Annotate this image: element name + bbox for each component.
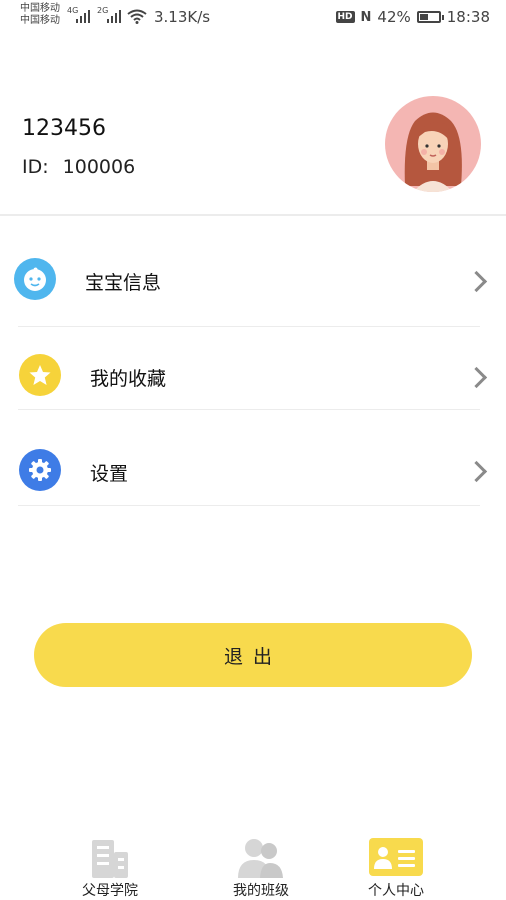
chevron-right-icon bbox=[465, 366, 488, 389]
carrier-1: 中国移动 bbox=[20, 3, 60, 14]
menu-divider bbox=[18, 505, 480, 506]
wifi-icon bbox=[127, 9, 147, 24]
tab-label: 父母学院 bbox=[82, 883, 138, 899]
menu-divider bbox=[18, 409, 480, 410]
username: 123456 bbox=[22, 116, 106, 141]
id-value: 100006 bbox=[62, 156, 136, 178]
class-group-icon bbox=[238, 839, 283, 878]
tab-label: 个人中心 bbox=[368, 883, 424, 899]
menu-item-favorites[interactable]: 我的收藏 bbox=[0, 328, 506, 422]
battery-percent: 42% bbox=[377, 8, 411, 26]
status-bar: 中国移动 中国移动 4G 2G 3.13K/s HD N 42% 18:38 bbox=[0, 0, 506, 36]
tab-label: 我的班级 bbox=[233, 883, 289, 899]
building-icon bbox=[92, 840, 128, 878]
carrier-2: 中国移动 bbox=[20, 15, 60, 26]
hd-icon: HD bbox=[335, 11, 355, 23]
network-speed: 3.13K/s bbox=[154, 8, 211, 26]
signal-icon bbox=[76, 9, 92, 23]
star-icon bbox=[19, 354, 61, 396]
baby-face-icon bbox=[14, 258, 56, 300]
menu-label-favorites: 我的收藏 bbox=[90, 368, 167, 390]
avatar[interactable] bbox=[385, 96, 481, 192]
chevron-right-icon bbox=[465, 270, 488, 293]
tab-personal-center[interactable]: 个人中心 bbox=[341, 834, 451, 900]
menu-label-settings: 设置 bbox=[90, 463, 129, 485]
header-divider bbox=[0, 214, 506, 216]
nfc-icon: N bbox=[360, 9, 372, 25]
gear-icon bbox=[19, 449, 61, 491]
logout-label: 退出 bbox=[223, 645, 282, 668]
menu-item-settings[interactable]: 设置 bbox=[0, 422, 506, 516]
clock: 18:38 bbox=[446, 8, 490, 26]
id-label: ID: bbox=[22, 156, 49, 178]
battery-icon bbox=[416, 11, 444, 23]
carrier-labels: 中国移动 中国移动 bbox=[20, 3, 60, 27]
chevron-right-icon bbox=[465, 460, 488, 483]
tab-my-class[interactable]: 我的班级 bbox=[206, 834, 316, 900]
menu-item-baby-info[interactable]: 宝宝信息 bbox=[0, 232, 506, 326]
id-card-icon bbox=[369, 838, 423, 876]
menu-divider bbox=[18, 326, 480, 327]
tab-parents-academy[interactable]: 父母学院 bbox=[55, 834, 165, 900]
woman-avatar-icon bbox=[404, 112, 462, 192]
signal-icon-2 bbox=[107, 9, 123, 23]
user-id-row: ID: 100006 bbox=[22, 156, 135, 178]
menu-label-baby-info: 宝宝信息 bbox=[85, 272, 162, 294]
logout-button[interactable]: 退出 bbox=[34, 623, 472, 687]
